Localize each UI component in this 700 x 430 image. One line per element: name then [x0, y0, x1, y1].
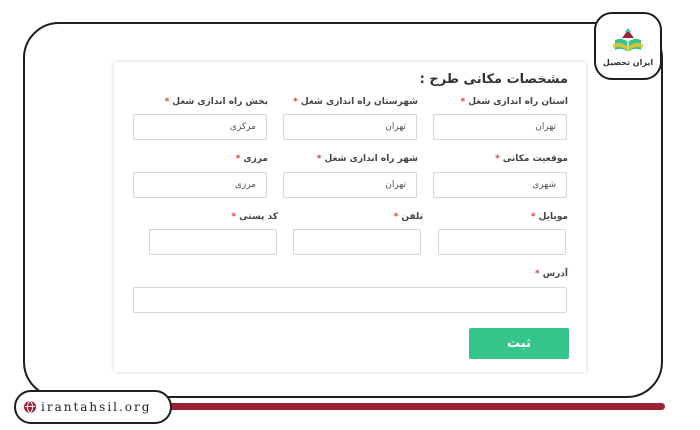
label-mobile-text: موبایل [538, 212, 568, 222]
decorative-bottom-bar [140, 403, 665, 410]
province-input[interactable] [433, 114, 567, 140]
required-mark: * [530, 212, 536, 222]
label-city-text: شهر راه اندازی شغل [324, 154, 418, 164]
label-county-text: شهرستان راه اندازی شغل [300, 97, 418, 107]
label-district-text: بخش راه اندازی شغل [172, 97, 268, 107]
label-location-type-text: موقعیت مکانی [502, 154, 568, 164]
mobile-input[interactable] [438, 229, 566, 255]
required-mark: * [316, 154, 322, 164]
label-address-text: آدرس [542, 269, 568, 279]
submit-button[interactable]: ثبت [469, 328, 569, 359]
label-city: شهر راه اندازی شغل* [317, 154, 418, 164]
location-form: مشخصات مکانی طرح : استان راه اندازی شغل*… [114, 62, 586, 372]
district-input[interactable] [133, 114, 267, 140]
label-district: بخش راه اندازی شغل* [165, 97, 268, 107]
label-phone: تلفن* [394, 212, 423, 222]
label-phone-text: تلفن [401, 212, 423, 222]
globe-icon [24, 401, 36, 413]
required-mark: * [293, 97, 298, 107]
website-url: irantahsil.org [41, 400, 152, 414]
required-mark: * [460, 97, 466, 107]
required-mark: * [495, 154, 500, 164]
label-province: استان راه اندازی شغل* [460, 97, 568, 107]
label-border-text: مرزی [243, 154, 268, 164]
form-title: مشخصات مکانی طرح : [419, 72, 568, 87]
label-address: آدرس* [535, 269, 568, 279]
required-mark: * [231, 212, 237, 222]
label-postal-code: کد پستی* [231, 212, 278, 222]
address-input[interactable] [133, 287, 567, 313]
label-mobile: موبایل* [531, 212, 568, 222]
label-postal-code-text: کد پستی [239, 212, 278, 222]
page: ایران تحصیل irantahsil.org مشخصات مکانی … [0, 0, 700, 430]
brand-logo: ایران تحصیل [594, 12, 662, 80]
city-input[interactable] [283, 172, 417, 198]
required-mark: * [164, 97, 170, 107]
required-mark: * [235, 154, 241, 164]
label-location-type: موقعیت مکانی* [495, 154, 568, 164]
label-county: شهرستان راه اندازی شغل* [293, 97, 418, 107]
open-book-icon [613, 27, 643, 52]
website-badge: irantahsil.org [14, 390, 172, 424]
postal-code-input[interactable] [149, 229, 277, 255]
county-input[interactable] [283, 114, 417, 140]
label-province-text: استان راه اندازی شغل [468, 97, 568, 107]
required-mark: * [534, 269, 540, 279]
location-type-input[interactable] [433, 172, 567, 198]
phone-input[interactable] [293, 229, 421, 255]
border-input[interactable] [133, 172, 267, 198]
label-border: مرزی* [236, 154, 268, 164]
brand-logo-text: ایران تحصیل [602, 57, 654, 67]
required-mark: * [393, 212, 399, 222]
